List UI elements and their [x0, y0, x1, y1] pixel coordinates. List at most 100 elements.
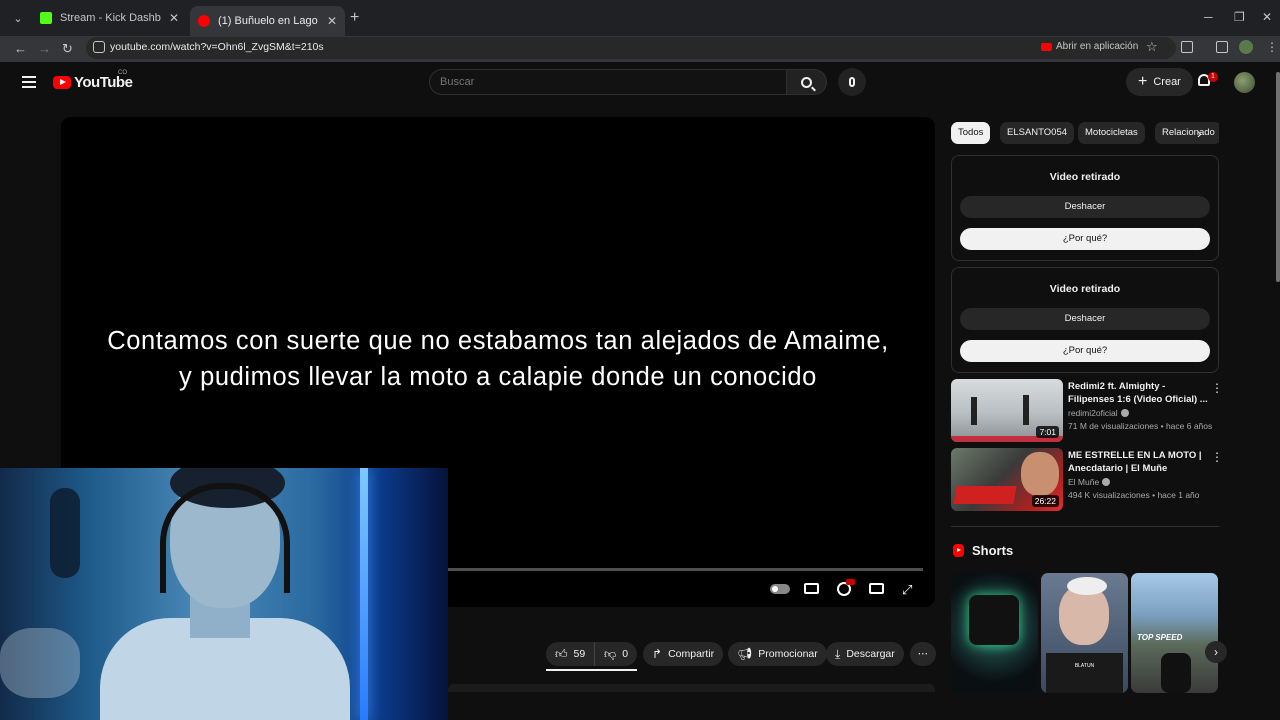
microphone-icon: [849, 77, 855, 87]
thumb-keycap: [969, 595, 1019, 645]
short-thumbnail[interactable]: BLATUN: [1041, 573, 1128, 693]
close-tab-icon[interactable]: ✕: [169, 11, 179, 25]
channel-name[interactable]: redimi2oficial: [1068, 408, 1129, 418]
promote-label: Promocionar: [758, 648, 818, 660]
webcam-headset: [160, 483, 290, 593]
more-vertical-icon[interactable]: ⋮: [1211, 450, 1223, 464]
removed-title: Video retirado: [1049, 283, 1121, 295]
logo-wordmark: YouTube: [74, 74, 133, 91]
verified-icon: [1102, 478, 1111, 486]
subtitle-line-2: y pudimos llevar la moto a calapie donde…: [179, 363, 817, 391]
share-icon: ↱: [652, 647, 663, 661]
promote-button[interactable]: 📢︎ Promocionar: [728, 642, 827, 666]
chip-motorcycles[interactable]: Motocicletas: [1078, 122, 1145, 144]
description-box[interactable]: [448, 684, 935, 692]
channel-label: El Muñe: [1068, 477, 1100, 487]
webcam-led-light: [360, 468, 368, 720]
shorts-icon: [953, 544, 964, 557]
divider: [951, 526, 1219, 527]
progress-bar[interactable]: [448, 568, 923, 571]
restore-icon[interactable]: ❐: [1234, 10, 1245, 24]
close-tab-icon[interactable]: ✕: [327, 14, 337, 28]
open-in-app-button[interactable]: Abrir en aplicación: [1041, 41, 1138, 52]
reading-list-icon[interactable]: [1216, 41, 1228, 53]
chip-all[interactable]: Todos: [951, 122, 991, 144]
more-vertical-icon[interactable]: ⋮: [1211, 381, 1223, 395]
subtitle-line-1: Contamos con suerte que no estabamos tan…: [107, 327, 889, 355]
extensions-icon[interactable]: [1181, 41, 1193, 53]
shorts-next-icon[interactable]: ›: [1205, 641, 1227, 663]
like-button[interactable]: 👍︎ 59: [546, 642, 594, 666]
short-thumbnail[interactable]: [951, 573, 1038, 693]
menu-icon[interactable]: [22, 76, 36, 88]
miniplayer-icon[interactable]: [869, 583, 884, 594]
reload-icon[interactable]: ↻: [62, 41, 73, 57]
removed-video-card: Video retirado Deshacer ¿Por qué?: [951, 155, 1219, 261]
video-title[interactable]: Redimi2 ft. Almighty - Filipenses 1:6 (V…: [1068, 380, 1208, 406]
create-label: Crear: [1153, 76, 1181, 88]
thumb-caption: TOP SPEED: [1137, 633, 1183, 642]
search-button[interactable]: [787, 69, 827, 95]
dislike-count: 0: [622, 648, 629, 660]
channel-name[interactable]: El Muñe: [1068, 477, 1111, 487]
captions-icon[interactable]: [804, 583, 819, 594]
channel-label: redimi2oficial: [1068, 408, 1118, 418]
video-duration: 7:01: [1036, 426, 1059, 438]
chevron-right-icon[interactable]: ›: [1197, 125, 1202, 141]
open-in-app-label: Abrir en aplicación: [1056, 41, 1139, 52]
video-thumbnail[interactable]: 26:22: [951, 448, 1063, 511]
tab-search-icon[interactable]: ⌄: [8, 8, 28, 28]
minimize-icon[interactable]: ─: [1204, 10, 1213, 24]
account-avatar[interactable]: [1234, 72, 1255, 93]
undo-button[interactable]: Deshacer: [960, 308, 1210, 330]
short-thumbnail[interactable]: TOP SPEED: [1131, 573, 1218, 693]
shorts-title: Shorts: [972, 543, 1014, 558]
plus-icon: +: [1138, 73, 1148, 90]
browser-menu-icon[interactable]: ⋮: [1266, 40, 1278, 54]
scrollbar-thumb[interactable]: [1276, 72, 1280, 282]
video-meta: 71 M de visualizaciones • hace 6 años: [1068, 421, 1213, 431]
download-icon: ⤓: [835, 646, 841, 661]
more-horizontal-icon: ⋯: [917, 648, 929, 660]
new-tab-icon[interactable]: +: [350, 9, 359, 27]
chip-related[interactable]: Relacionado: [1155, 122, 1219, 144]
bookmark-star-icon[interactable]: ☆: [1146, 39, 1158, 55]
browser-tab-bar: ⌄ Stream - Kick Dashboard ✕ (1) Buñuelo …: [0, 0, 1280, 36]
tab-kick-dashboard[interactable]: Stream - Kick Dashboard ✕: [32, 7, 187, 29]
search-input[interactable]: [440, 76, 760, 88]
thumb-banner: [953, 486, 1017, 504]
youtube-app-icon: [1041, 42, 1052, 51]
fullscreen-icon[interactable]: ⤢: [902, 582, 912, 598]
share-button[interactable]: ↱ Compartir: [643, 642, 724, 666]
youtube-favicon-icon: [198, 15, 210, 27]
browser-profile-avatar[interactable]: [1239, 40, 1253, 54]
thumb-face: [1021, 452, 1059, 496]
search-box[interactable]: [429, 69, 787, 95]
download-button[interactable]: ⤓ Descargar: [826, 642, 904, 666]
why-button[interactable]: ¿Por qué?: [960, 228, 1210, 250]
removed-title: Video retirado: [1049, 171, 1121, 183]
recommended-video[interactable]: 26:22 ME ESTRELLE EN LA MOTO | Anecdatar…: [951, 448, 1223, 512]
dislike-button[interactable]: 👎︎ 0: [594, 642, 637, 666]
forward-icon[interactable]: →: [38, 41, 51, 56]
url-text[interactable]: youtube.com/watch?v=Ohn6l_ZvgSM&t=210s: [110, 41, 324, 53]
more-actions-button[interactable]: ⋯: [910, 642, 936, 666]
filter-chips: Todos ELSANTO054 Motocicletas Relacionad…: [951, 122, 1219, 144]
video-thumbnail[interactable]: 7:01: [951, 379, 1063, 442]
tab-youtube-video[interactable]: (1) Buñuelo en Lago Calima por ✕: [190, 6, 345, 36]
site-info-icon[interactable]: [93, 41, 105, 53]
thumb-figure: [971, 397, 977, 425]
create-button[interactable]: + Crear: [1126, 68, 1193, 96]
close-window-icon[interactable]: ✕: [1262, 10, 1272, 24]
back-icon[interactable]: ←: [14, 41, 27, 56]
autoplay-toggle[interactable]: [770, 584, 790, 594]
undo-button[interactable]: Deshacer: [960, 196, 1210, 218]
why-button[interactable]: ¿Por qué?: [960, 340, 1210, 362]
chip-elsanto[interactable]: ELSANTO054: [1000, 122, 1075, 144]
video-title[interactable]: ME ESTRELLE EN LA MOTO | Anecdatario | E…: [1068, 449, 1208, 475]
omnibox[interactable]: youtube.com/watch?v=Ohn6l_ZvgSM&t=210s A…: [86, 37, 1176, 59]
like-count: 59: [573, 648, 586, 660]
voice-search-button[interactable]: [838, 68, 866, 96]
recommended-video[interactable]: 7:01 Redimi2 ft. Almighty - Filipenses 1…: [951, 379, 1223, 443]
youtube-logo[interactable]: YouTube CO: [53, 70, 133, 91]
